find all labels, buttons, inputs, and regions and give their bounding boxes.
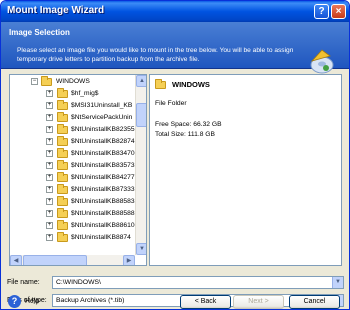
folder-icon — [57, 124, 68, 134]
tree-item[interactable]: + $NtUninstallKB82874 — [10, 136, 135, 147]
tree-item-label: $NtUninstallKB8874 — [71, 234, 131, 241]
back-button[interactable]: < Back — [180, 295, 231, 309]
title-help-button[interactable]: ? — [314, 4, 329, 19]
expand-icon[interactable]: + — [46, 138, 53, 145]
file-type-value: Backup Archives (*.tib) — [56, 297, 125, 304]
tree-item-label: $NtUninstallKB88588 — [71, 210, 135, 217]
scroll-left-icon[interactable]: ◀ — [10, 255, 22, 265]
tree-item[interactable]: − WINDOWS — [10, 76, 134, 87]
horizontal-scroll-thumb[interactable] — [23, 255, 87, 265]
folder-icon — [57, 148, 68, 158]
info-total-size: Total Size: 111.8 GB — [155, 131, 215, 138]
expand-icon[interactable]: + — [46, 198, 53, 205]
folder-icon — [57, 160, 68, 170]
folder-icon — [41, 76, 52, 86]
info-free-space: Free Space: 66.32 GB — [155, 121, 222, 128]
tree-item-label: $MSI31Uninstall_KB — [71, 102, 133, 109]
info-folder-type: File Folder — [155, 100, 187, 107]
tree-item-label: $NtUninstallKB88610 — [71, 222, 135, 229]
tree-horizontal-scrollbar[interactable]: ◀ ▶ — [10, 255, 135, 265]
tree-item-label: $NtUninstallKB88583 — [71, 198, 135, 205]
tree-item[interactable]: + $hf_mig$ — [10, 88, 134, 99]
expand-icon[interactable]: + — [46, 162, 53, 169]
folder-icon — [57, 100, 68, 110]
help-icon: ? — [8, 295, 21, 308]
tree-item[interactable]: + $NtUninstallKB82355 — [10, 124, 135, 135]
header-description: Please select an image file you would li… — [17, 47, 294, 63]
tree-item[interactable]: + $MSI31Uninstall_KB — [10, 100, 134, 111]
tree-item[interactable]: + $NtUninstallKB88583 — [10, 196, 135, 207]
tree-item[interactable]: + $NtUninstallKB88610 — [10, 220, 135, 231]
tree-item[interactable]: + $NtUninstallKB87333 — [10, 184, 135, 195]
window-title: Mount Image Wizard — [7, 5, 105, 16]
expand-icon[interactable]: + — [46, 234, 53, 241]
tree-vertical-scrollbar[interactable]: ▲ ▼ — [135, 75, 146, 255]
help-label: Help — [25, 298, 40, 305]
expand-icon[interactable]: + — [46, 114, 53, 121]
tree-item[interactable]: + $NtUninstallKB83470 — [10, 148, 135, 159]
tree-item[interactable]: + $NtUninstallKB83573 — [10, 160, 135, 171]
folder-icon — [57, 196, 68, 206]
tree-item-label: $hf_mig$ — [71, 90, 99, 97]
vertical-scroll-thumb[interactable] — [136, 103, 146, 127]
folder-icon — [57, 184, 68, 194]
scroll-up-icon[interactable]: ▲ — [136, 75, 146, 87]
tree-item-label: WINDOWS — [56, 78, 90, 85]
tree-item[interactable]: + $NtUninstallKB88588 — [10, 208, 135, 219]
tree-item-label: $NtUninstallKB82355 — [71, 126, 135, 133]
header-title: Image Selection — [9, 28, 70, 37]
tree-item[interactable]: + $NtServicePackUnin — [10, 112, 134, 123]
mount-image-wizard-window: Mount Image Wizard ? × Image Selection P… — [0, 0, 350, 310]
expand-icon[interactable]: + — [46, 102, 53, 109]
folder-icon — [57, 88, 68, 98]
folder-icon — [57, 172, 68, 182]
file-name-input[interactable]: C:\WINDOWS\ ▼ — [52, 276, 344, 289]
disk-mount-icon — [310, 49, 334, 74]
expand-icon[interactable]: + — [46, 210, 53, 217]
title-bar[interactable]: Mount Image Wizard ? × — [1, 1, 349, 22]
next-button[interactable]: Next > — [233, 295, 284, 309]
tree-item-label: $NtUninstallKB82874 — [71, 138, 135, 145]
folder-icon — [155, 79, 166, 89]
folder-icon — [57, 112, 68, 122]
expand-icon[interactable]: + — [46, 90, 53, 97]
folder-icon — [57, 232, 68, 242]
info-folder-name: WINDOWS — [172, 80, 210, 89]
expand-icon[interactable]: + — [46, 126, 53, 133]
selection-area: − WINDOWS + $hf_mig$ + $MSI31Uninstall_K… — [9, 74, 342, 272]
expand-icon[interactable]: + — [46, 150, 53, 157]
collapse-icon[interactable]: − — [31, 78, 38, 85]
folder-icon — [57, 136, 68, 146]
folder-icon — [57, 208, 68, 218]
folder-tree[interactable]: − WINDOWS + $hf_mig$ + $MSI31Uninstall_K… — [9, 74, 147, 266]
expand-icon[interactable]: + — [46, 222, 53, 229]
tree-item[interactable]: + $NtUninstallKB84277 — [10, 172, 135, 183]
tree-item[interactable]: + $NtUninstallKB8874 — [10, 232, 134, 243]
cancel-button[interactable]: Cancel — [289, 295, 340, 309]
scroll-down-icon[interactable]: ▼ — [136, 243, 146, 255]
tree-item-label: $NtUninstallKB83470 — [71, 150, 135, 157]
tree-item-label: $NtUninstallKB83573 — [71, 162, 135, 169]
info-panel: WINDOWS File Folder Free Space: 66.32 GB… — [149, 74, 342, 266]
tree-item-label: $NtUninstallKB84277 — [71, 174, 135, 181]
wizard-header: Image Selection Please select an image f… — [1, 22, 349, 74]
file-name-dropdown-icon[interactable]: ▼ — [332, 277, 343, 288]
scroll-right-icon[interactable]: ▶ — [123, 255, 135, 265]
file-name-value: C:\WINDOWS\ — [56, 279, 101, 286]
expand-icon[interactable]: + — [46, 186, 53, 193]
expand-icon[interactable]: + — [46, 174, 53, 181]
close-button[interactable]: × — [331, 4, 346, 19]
folder-icon — [57, 220, 68, 230]
tree-item-label: $NtUninstallKB87333 — [71, 186, 135, 193]
file-name-label: File name: — [7, 279, 40, 286]
tree-item-label: $NtServicePackUnin — [71, 114, 133, 121]
